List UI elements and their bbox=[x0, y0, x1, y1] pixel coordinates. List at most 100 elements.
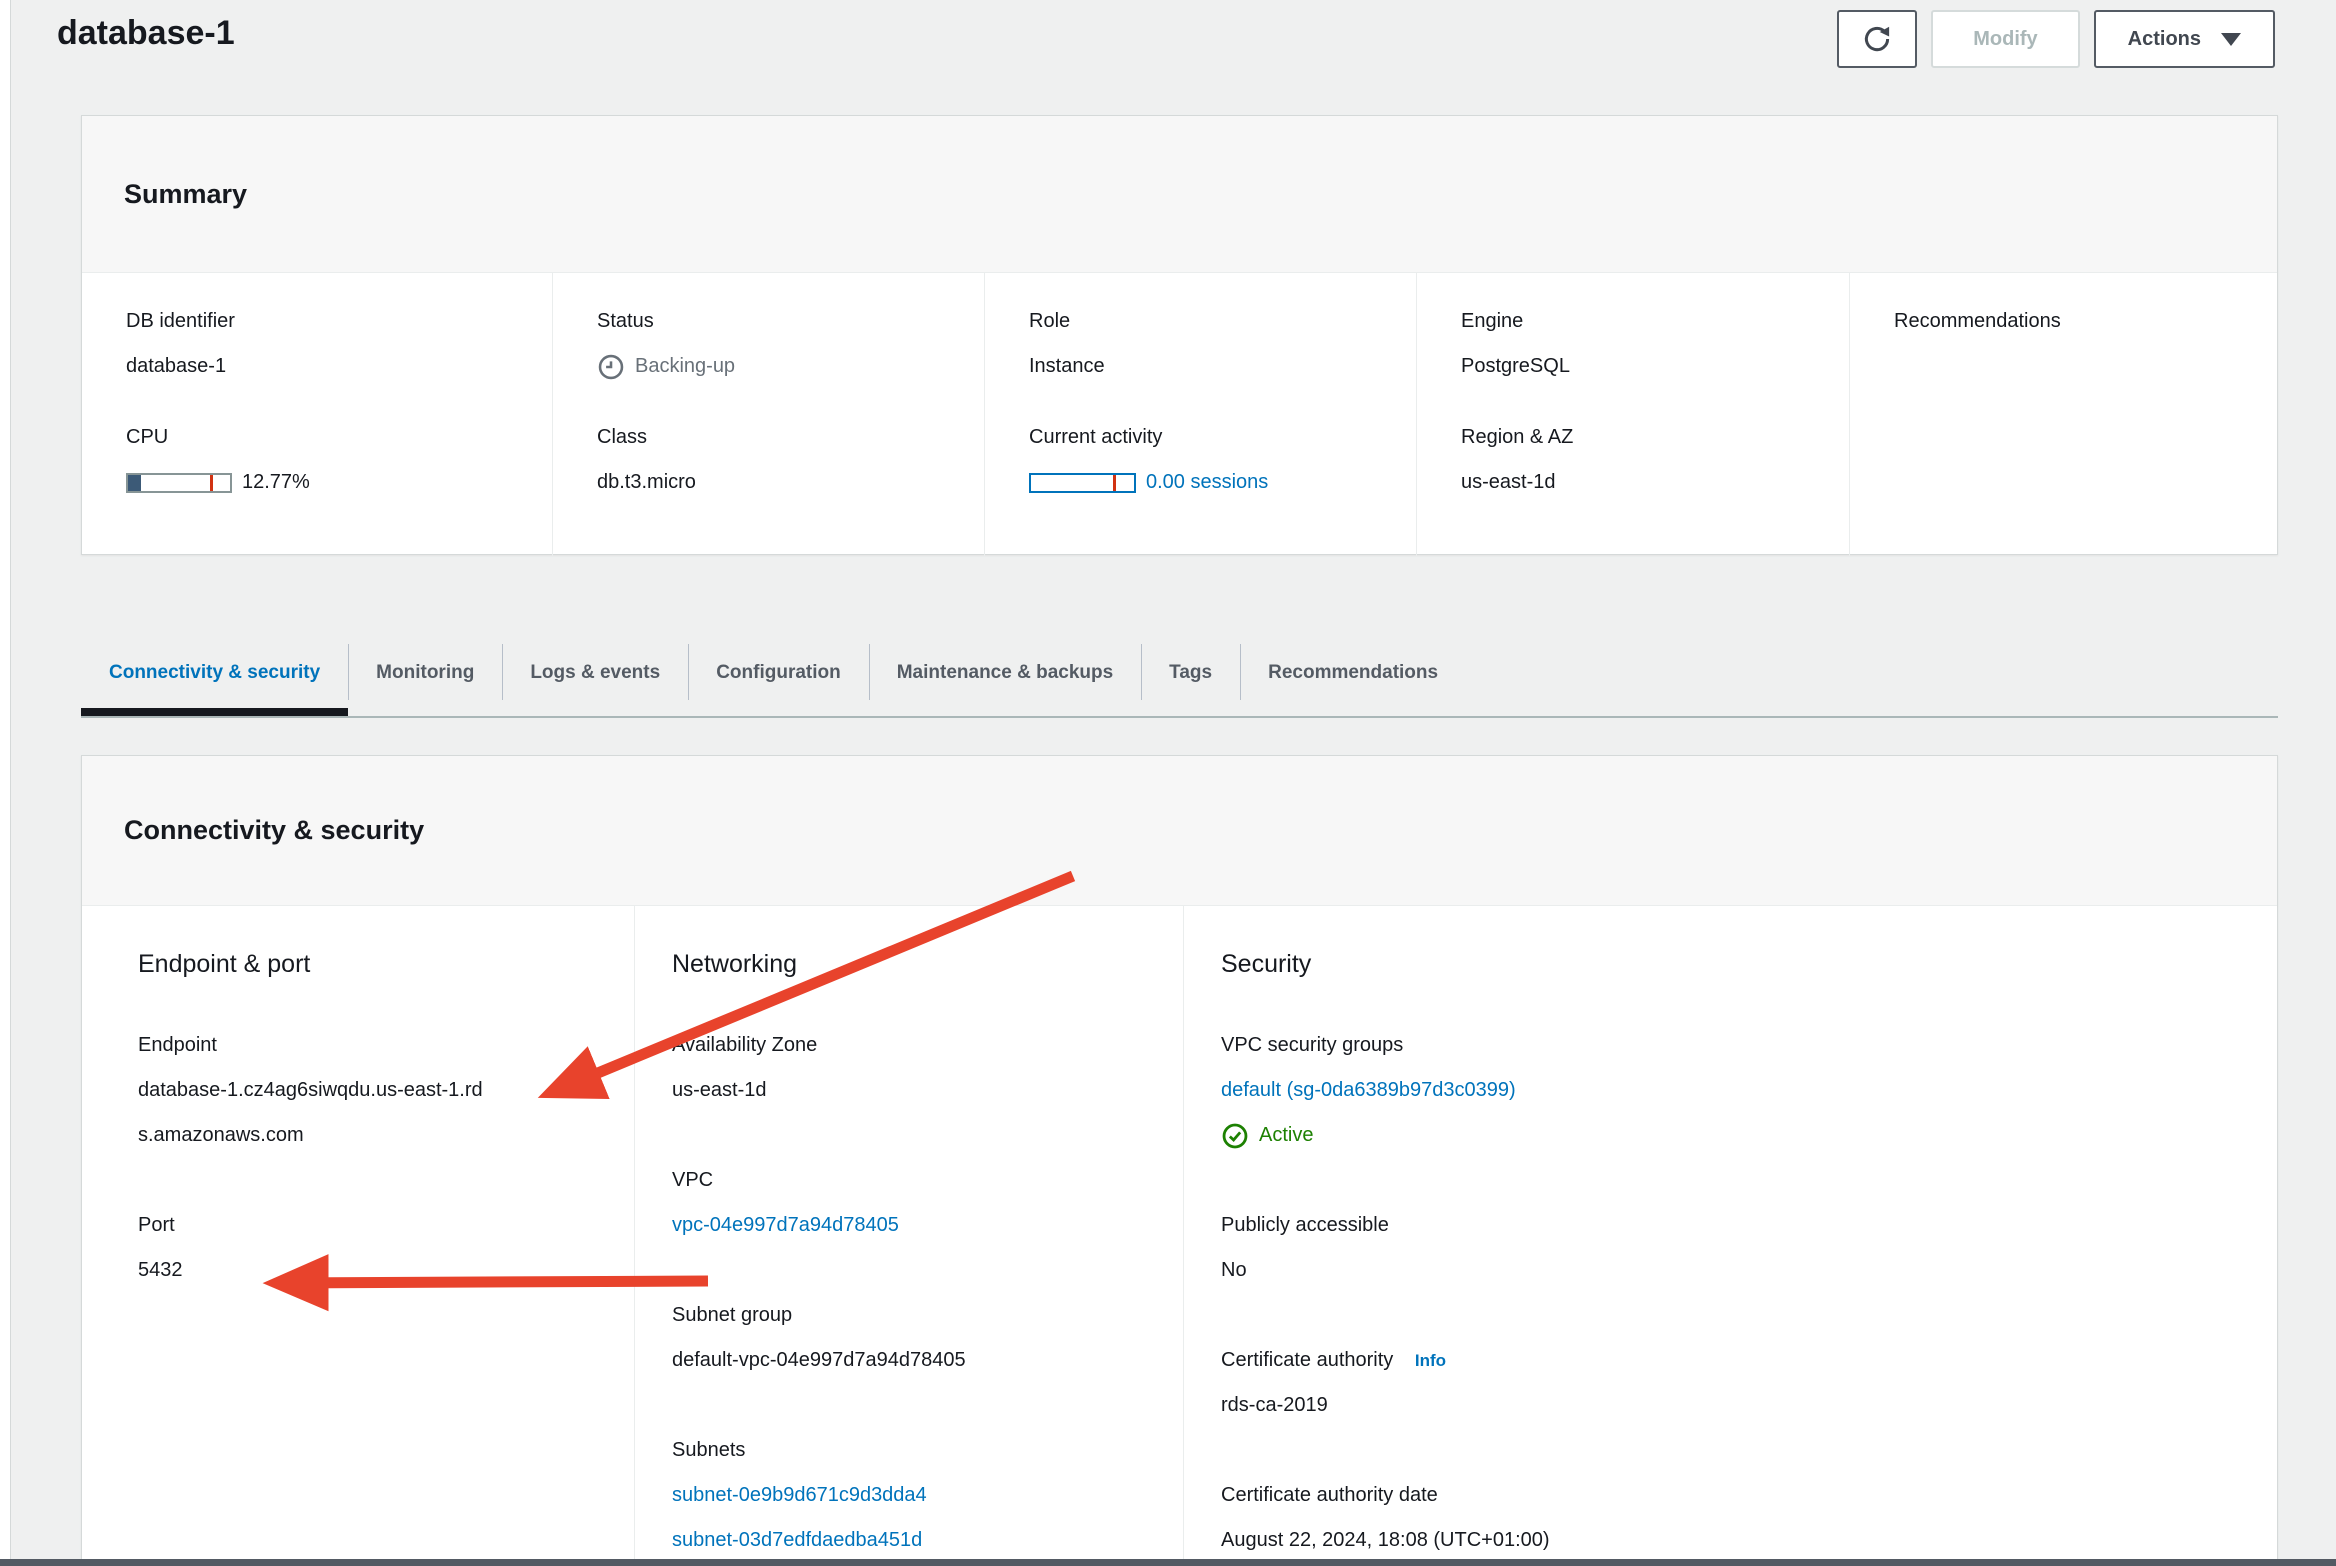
refresh-icon bbox=[1862, 24, 1892, 54]
status-label: Status bbox=[597, 299, 964, 344]
page-title: database-1 bbox=[57, 14, 235, 53]
cpu-value: 12.77% bbox=[242, 460, 310, 505]
region-az-field: Region & AZ us-east-1d bbox=[1461, 415, 1829, 505]
summary-panel-title: Summary bbox=[124, 179, 247, 210]
security-group-link[interactable]: default (sg-0da6389b97d3c0399) bbox=[1221, 1079, 1516, 1101]
security-section: Security VPC security groups default (sg… bbox=[1183, 906, 2277, 1566]
subnet-link-1[interactable]: subnet-0e9b9d671c9d3dda4 bbox=[672, 1484, 927, 1506]
info-link[interactable]: Info bbox=[1415, 1351, 1446, 1370]
certificate-authority-date-field: Certificate authority date August 22, 20… bbox=[1221, 1473, 2249, 1563]
port-label: Port bbox=[138, 1203, 606, 1248]
db-identifier-label: DB identifier bbox=[126, 299, 532, 344]
certificate-authority-label: Certificate authority bbox=[1221, 1349, 1393, 1371]
connectivity-grid: Endpoint & port Endpoint database-1.cz4a… bbox=[82, 906, 2277, 1566]
endpoint-label: Endpoint bbox=[138, 1023, 606, 1068]
availability-zone-value: us-east-1d bbox=[672, 1068, 1155, 1113]
role-label: Role bbox=[1029, 299, 1396, 344]
role-value: Instance bbox=[1029, 344, 1396, 389]
summary-col-identifier: DB identifier database-1 CPU 12.77% bbox=[82, 273, 552, 556]
networking-section: Networking Availability Zone us-east-1d … bbox=[634, 906, 1183, 1566]
connectivity-panel-header: Connectivity & security bbox=[82, 756, 2277, 906]
current-activity-field: Current activity 0.00 sessions bbox=[1029, 415, 1396, 505]
tab-configuration[interactable]: Configuration bbox=[688, 638, 869, 716]
tab-monitoring[interactable]: Monitoring bbox=[348, 638, 502, 716]
summary-col-recommendations: Recommendations bbox=[1849, 273, 2277, 556]
recommendations-field: Recommendations bbox=[1894, 299, 2257, 344]
connectivity-panel-title: Connectivity & security bbox=[124, 815, 424, 846]
vpc-security-groups-label: VPC security groups bbox=[1221, 1023, 2249, 1068]
refresh-button[interactable] bbox=[1837, 10, 1917, 68]
sessions-link[interactable]: 0.00 sessions bbox=[1146, 460, 1268, 505]
current-activity-label: Current activity bbox=[1029, 415, 1396, 460]
availability-zone-label: Availability Zone bbox=[672, 1023, 1155, 1068]
availability-zone-field: Availability Zone us-east-1d bbox=[672, 1023, 1155, 1113]
modify-button[interactable]: Modify bbox=[1931, 10, 2079, 68]
tab-recommendations[interactable]: Recommendations bbox=[1240, 638, 1466, 716]
certificate-authority-date-value: August 22, 2024, 18:08 (UTC+01:00) bbox=[1221, 1518, 2249, 1563]
engine-value: PostgreSQL bbox=[1461, 344, 1829, 389]
cpu-meter-threshold bbox=[210, 475, 213, 491]
region-az-label: Region & AZ bbox=[1461, 415, 1829, 460]
publicly-accessible-field: Publicly accessible No bbox=[1221, 1203, 2249, 1293]
cpu-meter-fill bbox=[128, 475, 141, 491]
cpu-meter bbox=[126, 473, 232, 493]
publicly-accessible-value: No bbox=[1221, 1248, 2249, 1293]
certificate-authority-value: rds-ca-2019 bbox=[1221, 1383, 2249, 1428]
cpu-field: CPU 12.77% bbox=[126, 415, 532, 505]
certificate-authority-date-label: Certificate authority date bbox=[1221, 1473, 2249, 1518]
endpoint-field: Endpoint database-1.cz4ag6siwqdu.us-east… bbox=[138, 1023, 606, 1158]
actions-button[interactable]: Actions bbox=[2094, 10, 2275, 68]
clock-icon bbox=[597, 353, 625, 381]
vpc-security-groups-field: VPC security groups default (sg-0da6389b… bbox=[1221, 1023, 2249, 1158]
summary-col-status: Status Backing-up Class db.t3.micro bbox=[552, 273, 984, 556]
summary-grid: DB identifier database-1 CPU 12.77% bbox=[82, 273, 2277, 556]
summary-col-engine: Engine PostgreSQL Region & AZ us-east-1d bbox=[1416, 273, 1849, 556]
vpc-link[interactable]: vpc-04e997d7a94d78405 bbox=[672, 1214, 899, 1236]
publicly-accessible-label: Publicly accessible bbox=[1221, 1203, 2249, 1248]
engine-field: Engine PostgreSQL bbox=[1461, 299, 1829, 389]
security-heading: Security bbox=[1221, 942, 2249, 987]
connectivity-panel: Connectivity & security Endpoint & port … bbox=[81, 755, 2278, 1566]
actions-button-label: Actions bbox=[2128, 28, 2201, 51]
engine-label: Engine bbox=[1461, 299, 1829, 344]
tab-maintenance-backups[interactable]: Maintenance & backups bbox=[869, 638, 1141, 716]
toolbar: Modify Actions bbox=[1837, 10, 2275, 68]
status-value: Backing-up bbox=[635, 344, 735, 389]
tab-tags[interactable]: Tags bbox=[1141, 638, 1240, 716]
security-group-status: Active bbox=[1259, 1113, 1313, 1158]
summary-panel: Summary DB identifier database-1 CPU 12.… bbox=[81, 115, 2278, 555]
class-label: Class bbox=[597, 415, 964, 460]
endpoint-port-section: Endpoint & port Endpoint database-1.cz4a… bbox=[82, 906, 634, 1566]
region-az-value: us-east-1d bbox=[1461, 460, 1829, 505]
summary-panel-header: Summary bbox=[82, 116, 2277, 273]
role-field: Role Instance bbox=[1029, 299, 1396, 389]
sessions-meter bbox=[1029, 473, 1136, 493]
class-value: db.t3.micro bbox=[597, 460, 964, 505]
window-bottom-edge bbox=[0, 1559, 2336, 1566]
endpoint-port-heading: Endpoint & port bbox=[138, 942, 606, 987]
port-field: Port 5432 bbox=[138, 1203, 606, 1293]
class-field: Class db.t3.micro bbox=[597, 415, 964, 505]
rds-instance-page: database-1 Modify Actions Summary DB ide… bbox=[0, 0, 2336, 1566]
db-identifier-field: DB identifier database-1 bbox=[126, 299, 532, 389]
caret-down-icon bbox=[2221, 33, 2241, 46]
tab-logs-events[interactable]: Logs & events bbox=[502, 638, 688, 716]
certificate-authority-field: Certificate authority Info rds-ca-2019 bbox=[1221, 1338, 2249, 1428]
left-gutter bbox=[0, 0, 11, 1566]
tab-bar: Connectivity & security Monitoring Logs … bbox=[81, 638, 2278, 718]
vpc-field: VPC vpc-04e997d7a94d78405 bbox=[672, 1158, 1155, 1248]
summary-col-role: Role Instance Current activity 0.00 sess… bbox=[984, 273, 1416, 556]
endpoint-value: database-1.cz4ag6siwqdu.us-east-1.rds.am… bbox=[138, 1068, 483, 1158]
port-value: 5432 bbox=[138, 1248, 606, 1293]
sessions-meter-threshold bbox=[1113, 475, 1116, 491]
subnet-link-2[interactable]: subnet-03d7edfdaedba451d bbox=[672, 1529, 922, 1551]
subnets-field: Subnets subnet-0e9b9d671c9d3dda4 subnet-… bbox=[672, 1428, 1155, 1563]
vpc-label: VPC bbox=[672, 1158, 1155, 1203]
subnet-group-label: Subnet group bbox=[672, 1293, 1155, 1338]
networking-heading: Networking bbox=[672, 942, 1155, 987]
status-field: Status Backing-up bbox=[597, 299, 964, 389]
tab-connectivity-security[interactable]: Connectivity & security bbox=[81, 638, 348, 716]
recommendations-label: Recommendations bbox=[1894, 299, 2257, 344]
subnets-label: Subnets bbox=[672, 1428, 1155, 1473]
subnet-group-value: default-vpc-04e997d7a94d78405 bbox=[672, 1338, 1155, 1383]
